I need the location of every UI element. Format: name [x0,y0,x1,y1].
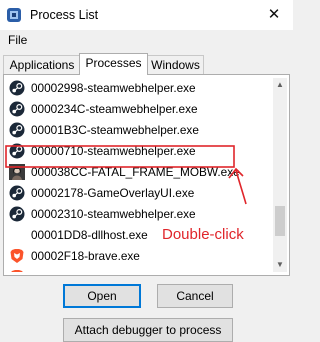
tab-processes[interactable]: Processes [79,53,148,75]
annotation-highlight-box [5,145,235,168]
annotation-overlay [5,145,247,205]
annotation-label: Double-click [162,226,244,243]
